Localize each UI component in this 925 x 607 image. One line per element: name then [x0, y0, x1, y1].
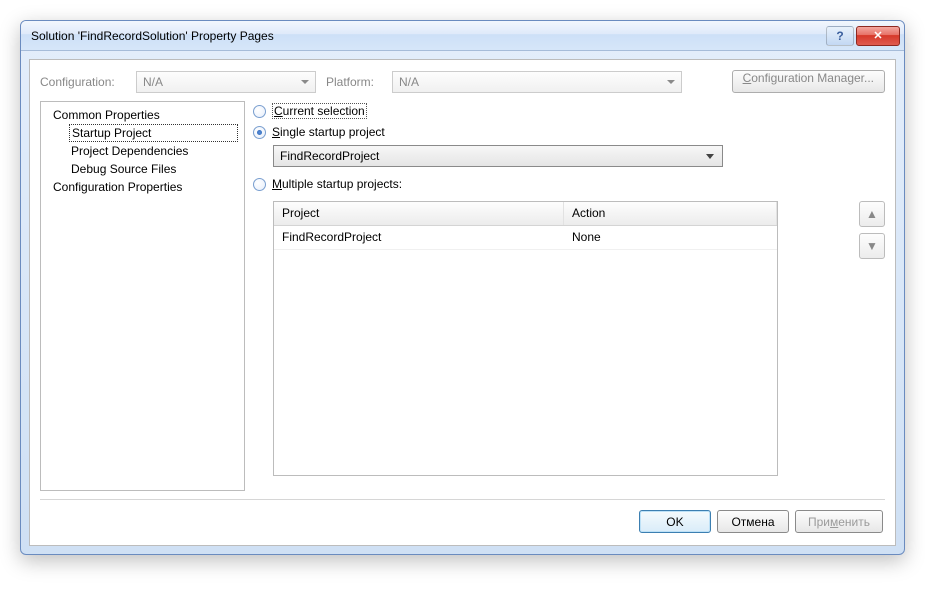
close-button[interactable]: ✕: [856, 26, 900, 46]
tree-debug-source-files[interactable]: Debug Source Files: [41, 160, 244, 178]
configuration-label: Configuration:: [40, 75, 130, 89]
single-startup-project-select[interactable]: FindRecordProject: [273, 145, 723, 167]
platform-select: N/A: [392, 71, 682, 93]
chevron-down-icon: [706, 154, 714, 159]
radio-multiple-startup-row: Multiple startup projects:: [253, 177, 885, 191]
move-up-button[interactable]: ▲: [859, 201, 885, 227]
platform-value: N/A: [399, 75, 419, 89]
configuration-row: Configuration: N/A Platform: N/A Configu…: [40, 70, 885, 93]
property-tree[interactable]: Common Properties Startup Project Projec…: [40, 101, 245, 491]
dialog-footer: OK Отмена Применить: [40, 500, 885, 535]
arrow-up-icon: ▲: [866, 207, 878, 221]
configuration-select: N/A: [136, 71, 316, 93]
ok-button[interactable]: OK: [639, 510, 711, 533]
col-header-project[interactable]: Project: [274, 202, 564, 225]
tree-startup-project[interactable]: Startup Project: [69, 124, 238, 142]
configuration-value: N/A: [143, 75, 163, 89]
configuration-manager-button[interactable]: Configuration Manager...: [732, 70, 885, 93]
property-pages-dialog: Solution 'FindRecordSolution' Property P…: [20, 20, 905, 555]
radio-current-selection-row: Current selection: [253, 103, 885, 119]
dialog-body: Configuration: N/A Platform: N/A Configu…: [29, 59, 896, 546]
tree-common-properties[interactable]: Common Properties: [41, 106, 244, 124]
help-icon: ?: [836, 29, 843, 43]
radio-multiple-startup-label: Multiple startup projects:: [272, 177, 402, 191]
arrow-down-icon: ▼: [866, 239, 878, 253]
main-area: Common Properties Startup Project Projec…: [40, 101, 885, 491]
cell-project: FindRecordProject: [274, 226, 564, 249]
projects-table[interactable]: Project Action FindRecordProject None: [273, 201, 778, 476]
radio-single-startup[interactable]: [253, 126, 266, 139]
platform-label: Platform:: [326, 75, 386, 89]
tree-configuration-properties[interactable]: Configuration Properties: [41, 178, 244, 196]
projects-table-wrap: Project Action FindRecordProject None: [253, 197, 853, 476]
chevron-down-icon: [667, 80, 675, 84]
startup-project-pane: Current selection Single startup project…: [253, 101, 885, 491]
projects-table-header: Project Action: [274, 202, 777, 226]
move-down-button[interactable]: ▼: [859, 233, 885, 259]
radio-single-startup-label: Single startup project: [272, 125, 385, 139]
chevron-down-icon: [301, 80, 309, 84]
window-title: Solution 'FindRecordSolution' Property P…: [31, 29, 826, 43]
multiple-startup-area: Project Action FindRecordProject None ▲: [253, 197, 885, 476]
radio-current-selection-label: Current selection: [272, 103, 367, 119]
apply-button[interactable]: Применить: [795, 510, 883, 533]
cell-action: None: [564, 226, 777, 249]
titlebar[interactable]: Solution 'FindRecordSolution' Property P…: [21, 21, 904, 51]
radio-single-startup-row: Single startup project: [253, 125, 885, 139]
close-icon: ✕: [873, 29, 882, 42]
table-row[interactable]: FindRecordProject None: [274, 226, 777, 250]
reorder-buttons: ▲ ▼: [859, 201, 885, 476]
col-header-action[interactable]: Action: [564, 202, 777, 225]
help-button[interactable]: ?: [826, 26, 854, 46]
radio-current-selection[interactable]: [253, 105, 266, 118]
cancel-button[interactable]: Отмена: [717, 510, 789, 533]
radio-multiple-startup[interactable]: [253, 178, 266, 191]
title-buttons: ? ✕: [826, 26, 900, 46]
single-startup-project-value: FindRecordProject: [280, 149, 379, 163]
tree-project-dependencies[interactable]: Project Dependencies: [41, 142, 244, 160]
